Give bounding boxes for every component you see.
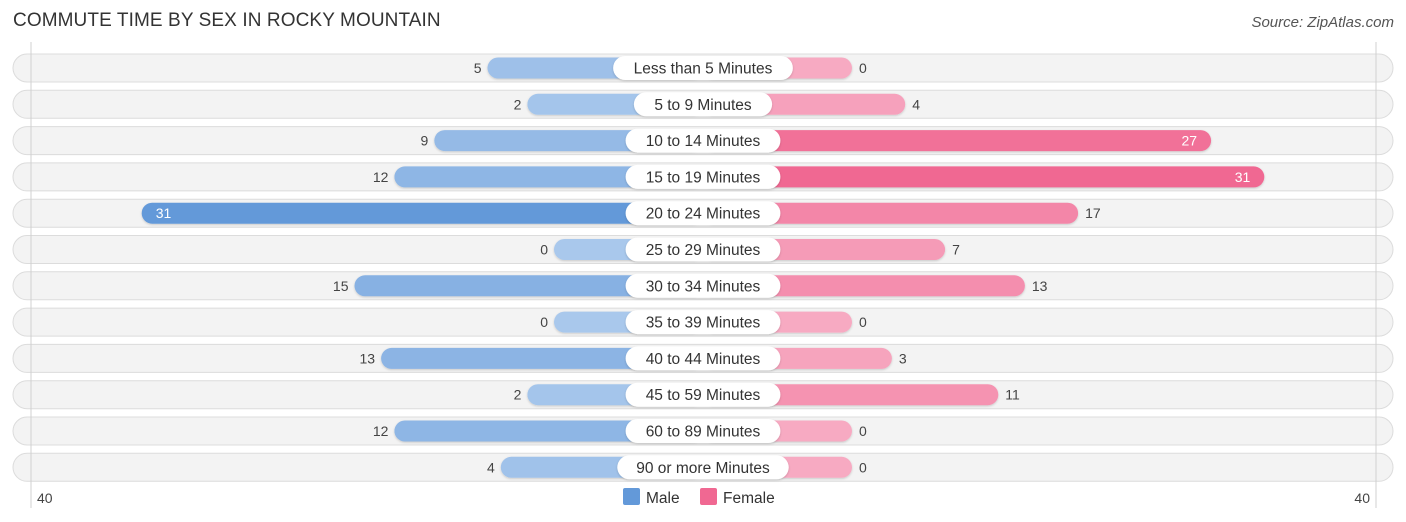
female-value-label: 17 xyxy=(1085,205,1101,221)
female-value-label: 0 xyxy=(859,60,867,76)
category-label: 90 or more Minutes xyxy=(636,460,770,477)
bar-row: 5 0 Less than 5 Minutes xyxy=(12,53,1394,83)
female-value-label: 0 xyxy=(859,423,867,439)
female-bar xyxy=(703,166,1265,188)
bar-row: 9 27 10 to 14 Minutes xyxy=(12,126,1394,156)
male-value-label: 9 xyxy=(421,133,429,149)
category-label: 5 to 9 Minutes xyxy=(654,97,752,114)
category-label: 20 to 24 Minutes xyxy=(646,206,761,223)
axis-label-left: 40 xyxy=(37,490,53,506)
male-value-label: 4 xyxy=(487,459,495,475)
female-value-label: 3 xyxy=(899,350,907,366)
bar-row: 12 31 15 to 19 Minutes xyxy=(12,162,1394,192)
bar-row: 4 0 90 or more Minutes xyxy=(12,452,1394,482)
category-label: 25 to 29 Minutes xyxy=(646,242,761,259)
female-value-label: 7 xyxy=(952,242,960,258)
bar-row: 2 4 5 to 9 Minutes xyxy=(12,89,1394,119)
chart-canvas: 5 0Less than 5 Minutes2 45 to 9 Minutes9 27… xyxy=(12,42,1394,508)
legend: Male Female xyxy=(623,488,775,507)
female-value-label: 31 xyxy=(1235,169,1251,185)
bar-row: 2 11 45 to 59 Minutes xyxy=(12,380,1394,410)
category-label: 30 to 34 Minutes xyxy=(646,278,761,295)
female-value-label: 13 xyxy=(1032,278,1048,294)
category-label: 10 to 14 Minutes xyxy=(646,133,761,150)
bar-row: 13 3 40 to 44 Minutes xyxy=(12,343,1394,373)
category-label: 40 to 44 Minutes xyxy=(646,351,761,368)
bar-row: 15 13 30 to 34 Minutes xyxy=(12,271,1394,301)
legend-swatch-female xyxy=(700,488,717,505)
male-value-label: 15 xyxy=(333,278,349,294)
bar-row: 0 0 35 to 39 Minutes xyxy=(12,307,1394,337)
category-label: 45 to 59 Minutes xyxy=(646,387,761,404)
axis-label-right: 40 xyxy=(1354,490,1370,506)
male-bar xyxy=(141,202,703,224)
category-label: 15 to 19 Minutes xyxy=(646,169,761,186)
bar-row: 0 7 25 to 29 Minutes xyxy=(12,235,1394,264)
male-value-label: 12 xyxy=(373,169,389,185)
legend-swatch-male xyxy=(623,488,640,505)
male-value-label: 0 xyxy=(540,314,548,330)
male-value-label: 2 xyxy=(514,387,522,403)
male-value-label: 12 xyxy=(373,423,389,439)
category-label: Less than 5 Minutes xyxy=(634,61,773,78)
female-value-label: 27 xyxy=(1182,133,1198,149)
female-value-label: 11 xyxy=(1005,387,1020,403)
category-label: 60 to 89 Minutes xyxy=(646,424,761,441)
male-value-label: 31 xyxy=(156,205,172,221)
category-label: 35 to 39 Minutes xyxy=(646,315,761,332)
female-value-label: 0 xyxy=(859,314,867,330)
rows-layer: 5 0Less than 5 Minutes2 45 to 9 Minutes9 27… xyxy=(12,53,1394,482)
legend-label-female: Female xyxy=(723,490,775,507)
legend-label-male: Male xyxy=(646,490,680,507)
bar-row: 31 17 20 to 24 Minutes xyxy=(12,198,1394,228)
male-value-label: 5 xyxy=(474,60,482,76)
male-value-label: 0 xyxy=(540,242,548,258)
female-value-label: 4 xyxy=(912,96,920,112)
bar-row: 12 0 60 to 89 Minutes xyxy=(12,416,1394,446)
male-value-label: 2 xyxy=(514,96,522,112)
male-value-label: 13 xyxy=(360,350,376,366)
female-value-label: 0 xyxy=(859,459,867,475)
